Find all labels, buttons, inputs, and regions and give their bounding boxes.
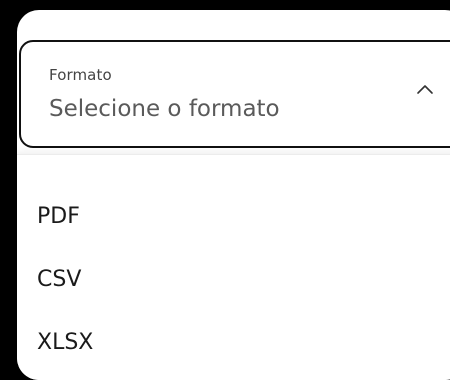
format-select[interactable]: Formato Selecione o formato <box>19 40 450 148</box>
option-label: XLSX <box>37 330 94 355</box>
chevron-up-icon[interactable] <box>415 82 435 96</box>
format-select-placeholder: Selecione o formato <box>49 96 280 122</box>
option-label: PDF <box>37 204 80 229</box>
dropdown-panel: Formato Selecione o formato PDF CSV XLSX <box>17 10 450 380</box>
format-options-menu: PDF CSV XLSX <box>17 154 450 380</box>
option-csv[interactable]: CSV <box>17 252 450 310</box>
option-pdf[interactable]: PDF <box>17 189 450 247</box>
option-label: CSV <box>37 267 82 292</box>
option-xlsx[interactable]: XLSX <box>17 315 450 373</box>
format-select-label: Formato <box>49 66 112 84</box>
